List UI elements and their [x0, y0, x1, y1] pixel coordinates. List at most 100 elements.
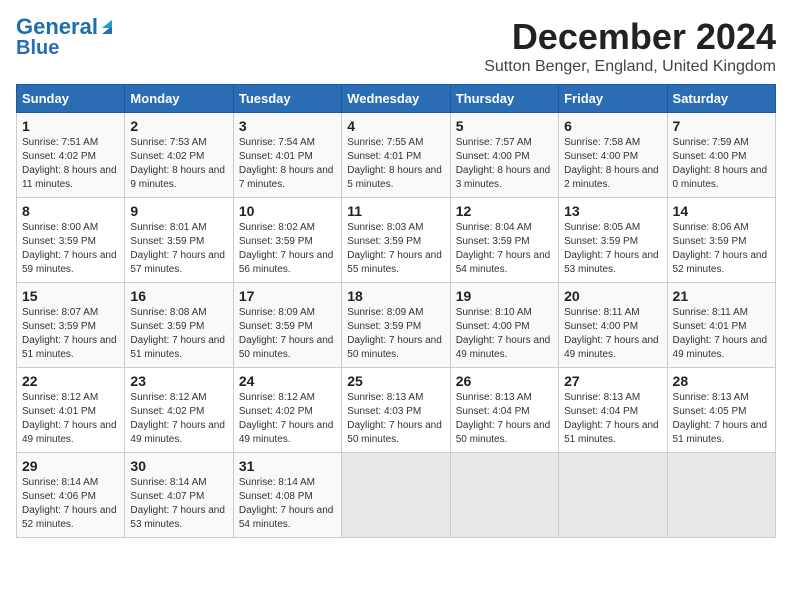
day-info: Sunrise: 8:12 AM Sunset: 4:02 PM Dayligh…	[130, 391, 227, 447]
day-number: 31	[239, 458, 336, 474]
day-number: 2	[130, 118, 227, 134]
day-cell: 20Sunrise: 8:11 AM Sunset: 4:00 PM Dayli…	[559, 283, 667, 368]
day-info: Sunrise: 8:05 AM Sunset: 3:59 PM Dayligh…	[564, 221, 661, 277]
week-row-3: 15 Sunrise: 8:07 AM Sunset: 3:59 PM Dayli…	[17, 283, 776, 368]
day-info: Sunrise: 8:11 AM Sunset: 4:01 PM Dayligh…	[673, 306, 770, 362]
day-cell	[342, 453, 450, 538]
day-number: 3	[239, 118, 336, 134]
day-info: Sunrise: 8:13 AM Sunset: 4:05 PM Dayligh…	[673, 391, 770, 447]
col-header-thursday: Thursday	[450, 85, 558, 113]
month-title: December 2024	[484, 16, 776, 58]
day-cell: 14Sunrise: 8:06 AM Sunset: 3:59 PM Dayli…	[667, 198, 775, 283]
day-number: 15	[22, 288, 119, 304]
week-row-2: 8 Sunrise: 8:00 AM Sunset: 3:59 PM Daylig…	[17, 198, 776, 283]
day-cell: 13 Sunrise: 8:05 AM Sunset: 3:59 PM Dayli…	[559, 198, 667, 283]
day-cell: 24Sunrise: 8:12 AM Sunset: 4:02 PM Dayli…	[233, 368, 341, 453]
day-info: Sunrise: 8:14 AM Sunset: 4:08 PM Dayligh…	[239, 476, 336, 532]
col-header-monday: Monday	[125, 85, 233, 113]
day-number: 9	[130, 203, 227, 219]
day-info: Sunrise: 8:03 AM Sunset: 3:59 PM Dayligh…	[347, 221, 444, 277]
logo: General Blue	[16, 16, 116, 58]
day-cell: 9 Sunrise: 8:01 AM Sunset: 3:59 PM Daylig…	[125, 198, 233, 283]
col-header-saturday: Saturday	[667, 85, 775, 113]
day-number: 18	[347, 288, 444, 304]
day-cell: 3Sunrise: 7:54 AM Sunset: 4:01 PM Daylig…	[233, 113, 341, 198]
day-number: 6	[564, 118, 661, 134]
day-info: Sunrise: 8:00 AM Sunset: 3:59 PM Dayligh…	[22, 221, 119, 277]
day-cell: 18Sunrise: 8:09 AM Sunset: 3:59 PM Dayli…	[342, 283, 450, 368]
day-info: Sunrise: 8:14 AM Sunset: 4:07 PM Dayligh…	[130, 476, 227, 532]
day-cell: 15 Sunrise: 8:07 AM Sunset: 3:59 PM Dayli…	[17, 283, 125, 368]
day-cell: 4 Sunrise: 7:55 AM Sunset: 4:01 PM Daylig…	[342, 113, 450, 198]
day-number: 16	[130, 288, 227, 304]
week-row-4: 22 Sunrise: 8:12 AM Sunset: 4:01 PM Dayli…	[17, 368, 776, 453]
day-number: 17	[239, 288, 336, 304]
day-cell: 31 Sunrise: 8:14 AM Sunset: 4:08 PM Dayli…	[233, 453, 341, 538]
day-info: Sunrise: 8:14 AM Sunset: 4:06 PM Dayligh…	[22, 476, 119, 532]
day-number: 8	[22, 203, 119, 219]
day-cell: 6 Sunrise: 7:58 AM Sunset: 4:00 PM Daylig…	[559, 113, 667, 198]
col-header-friday: Friday	[559, 85, 667, 113]
title-area: December 2024 Sutton Benger, England, Un…	[484, 16, 776, 76]
day-cell: 28 Sunrise: 8:13 AM Sunset: 4:05 PM Dayli…	[667, 368, 775, 453]
day-info: Sunrise: 8:01 AM Sunset: 3:59 PM Dayligh…	[130, 221, 227, 277]
day-number: 27	[564, 373, 661, 389]
day-number: 12	[456, 203, 553, 219]
logo-general: General	[16, 14, 98, 39]
day-cell: 25Sunrise: 8:13 AM Sunset: 4:03 PM Dayli…	[342, 368, 450, 453]
day-info: Sunrise: 8:13 AM Sunset: 4:04 PM Dayligh…	[564, 391, 661, 447]
day-cell: 23Sunrise: 8:12 AM Sunset: 4:02 PM Dayli…	[125, 368, 233, 453]
logo-arrow-icon	[98, 18, 116, 36]
day-info: Sunrise: 8:02 AM Sunset: 3:59 PM Dayligh…	[239, 221, 336, 277]
day-number: 26	[456, 373, 553, 389]
day-cell: 10Sunrise: 8:02 AM Sunset: 3:59 PM Dayli…	[233, 198, 341, 283]
day-info: Sunrise: 7:51 AM Sunset: 4:02 PM Dayligh…	[22, 136, 119, 192]
day-number: 5	[456, 118, 553, 134]
header-row: SundayMondayTuesdayWednesdayThursdayFrid…	[17, 85, 776, 113]
day-cell: 22 Sunrise: 8:12 AM Sunset: 4:01 PM Dayli…	[17, 368, 125, 453]
day-info: Sunrise: 8:04 AM Sunset: 3:59 PM Dayligh…	[456, 221, 553, 277]
day-cell: 1 Sunrise: 7:51 AM Sunset: 4:02 PM Daylig…	[17, 113, 125, 198]
day-info: Sunrise: 8:13 AM Sunset: 4:03 PM Dayligh…	[347, 391, 444, 447]
week-row-1: 1 Sunrise: 7:51 AM Sunset: 4:02 PM Daylig…	[17, 113, 776, 198]
location-title: Sutton Benger, England, United Kingdom	[484, 58, 776, 76]
day-number: 20	[564, 288, 661, 304]
day-number: 14	[673, 203, 770, 219]
col-header-wednesday: Wednesday	[342, 85, 450, 113]
day-info: Sunrise: 7:55 AM Sunset: 4:01 PM Dayligh…	[347, 136, 444, 192]
day-cell: 26Sunrise: 8:13 AM Sunset: 4:04 PM Dayli…	[450, 368, 558, 453]
day-cell: 11Sunrise: 8:03 AM Sunset: 3:59 PM Dayli…	[342, 198, 450, 283]
day-number: 24	[239, 373, 336, 389]
day-cell	[667, 453, 775, 538]
day-number: 22	[22, 373, 119, 389]
day-cell: 27 Sunrise: 8:13 AM Sunset: 4:04 PM Dayli…	[559, 368, 667, 453]
day-cell: 16Sunrise: 8:08 AM Sunset: 3:59 PM Dayli…	[125, 283, 233, 368]
logo-blue: Blue	[16, 38, 59, 58]
day-number: 1	[22, 118, 119, 134]
day-info: Sunrise: 8:10 AM Sunset: 4:00 PM Dayligh…	[456, 306, 553, 362]
day-number: 30	[130, 458, 227, 474]
calendar-table: SundayMondayTuesdayWednesdayThursdayFrid…	[16, 84, 776, 538]
day-cell: 30 Sunrise: 8:14 AM Sunset: 4:07 PM Dayli…	[125, 453, 233, 538]
day-number: 4	[347, 118, 444, 134]
day-number: 19	[456, 288, 553, 304]
col-header-tuesday: Tuesday	[233, 85, 341, 113]
day-info: Sunrise: 8:09 AM Sunset: 3:59 PM Dayligh…	[239, 306, 336, 362]
day-number: 29	[22, 458, 119, 474]
day-cell	[559, 453, 667, 538]
day-cell: 8 Sunrise: 8:00 AM Sunset: 3:59 PM Daylig…	[17, 198, 125, 283]
day-cell	[450, 453, 558, 538]
day-number: 21	[673, 288, 770, 304]
day-info: Sunrise: 7:58 AM Sunset: 4:00 PM Dayligh…	[564, 136, 661, 192]
day-info: Sunrise: 8:07 AM Sunset: 3:59 PM Dayligh…	[22, 306, 119, 362]
day-number: 28	[673, 373, 770, 389]
day-cell: 17 Sunrise: 8:09 AM Sunset: 3:59 PM Dayli…	[233, 283, 341, 368]
day-info: Sunrise: 8:12 AM Sunset: 4:01 PM Dayligh…	[22, 391, 119, 447]
day-info: Sunrise: 7:59 AM Sunset: 4:00 PM Dayligh…	[673, 136, 770, 192]
logo-text: General	[16, 16, 98, 38]
day-cell: 5Sunrise: 7:57 AM Sunset: 4:00 PM Daylig…	[450, 113, 558, 198]
day-cell: 29 Sunrise: 8:14 AM Sunset: 4:06 PM Dayli…	[17, 453, 125, 538]
day-cell: 2Sunrise: 7:53 AM Sunset: 4:02 PM Daylig…	[125, 113, 233, 198]
day-number: 13	[564, 203, 661, 219]
day-cell: 21 Sunrise: 8:11 AM Sunset: 4:01 PM Dayli…	[667, 283, 775, 368]
